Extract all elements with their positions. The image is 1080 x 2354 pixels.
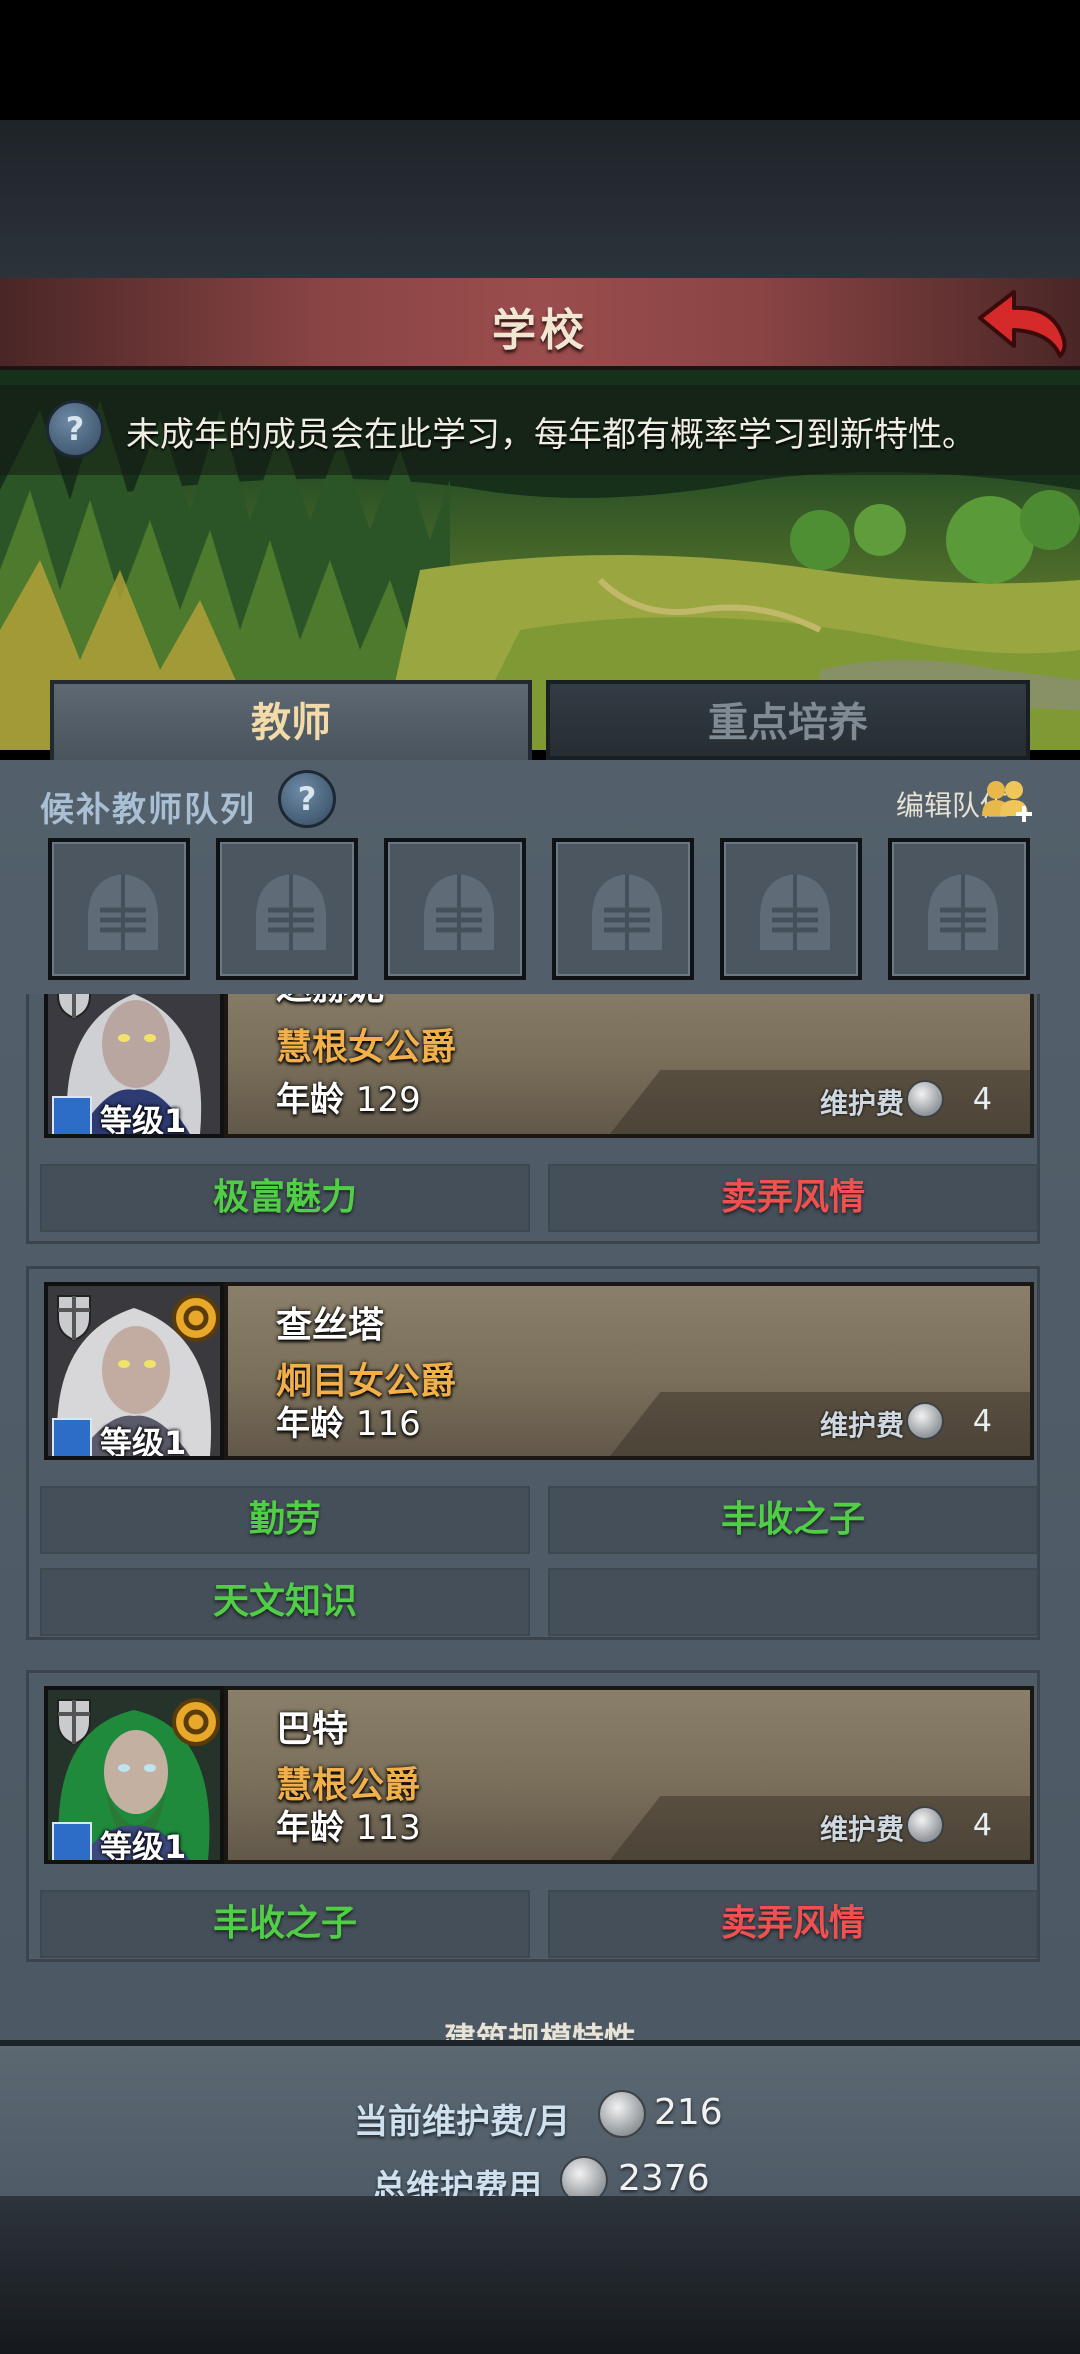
knight-helmet-icon	[928, 874, 998, 950]
queue-label: 候补教师队列	[40, 790, 256, 830]
member-level: 等级1	[100, 1102, 187, 1138]
trait-good[interactable]: 天文知识	[40, 1568, 530, 1636]
trait-bad[interactable]: 卖弄风情	[548, 1890, 1038, 1958]
teacher-slot[interactable]	[384, 838, 526, 980]
top-backdrop	[0, 120, 1080, 278]
trait-good[interactable]: 勤劳	[40, 1486, 530, 1554]
member-level: 等级1	[100, 1828, 187, 1864]
member-name: 达赫妮	[276, 994, 384, 1010]
rank-icon	[172, 1698, 220, 1746]
coin-icon	[906, 1806, 944, 1844]
member-card[interactable]: 等级1 达赫妮 慧根女公爵 年龄 129 维护费 4	[44, 994, 1034, 1138]
knight-helmet-icon	[424, 874, 494, 950]
member-level: 等级1	[100, 1424, 187, 1460]
upkeep-label: 维护费	[819, 1409, 904, 1442]
shield-icon	[57, 994, 91, 1020]
member-name: 查丝塔	[276, 1305, 385, 1346]
knight-helmet-icon	[256, 874, 326, 950]
member-card[interactable]: 等级1 巴特 慧根公爵 年龄 113 维护费 4	[44, 1686, 1034, 1864]
trait-good[interactable]: 极富魅力	[40, 1164, 530, 1232]
status-area	[0, 0, 1080, 120]
member-title: 慧根女公爵	[276, 1027, 457, 1068]
sword-icon	[52, 1096, 92, 1134]
rank-icon	[172, 1294, 220, 1342]
monthly-upkeep-label: 当前维护费/月	[354, 2102, 571, 2142]
page-title: 学校	[492, 305, 588, 356]
knight-helmet-icon	[592, 874, 662, 950]
tab-teachers[interactable]: 教师	[50, 680, 532, 760]
teacher-slot[interactable]	[888, 838, 1030, 980]
upkeep-label: 维护费	[819, 1813, 904, 1846]
teacher-slot[interactable]	[216, 838, 358, 980]
edit-team-icon[interactable]	[978, 776, 1034, 828]
queue-help-icon[interactable]: ?	[278, 770, 336, 828]
knight-helmet-icon	[88, 874, 158, 950]
member-age: 年龄 129	[276, 1080, 421, 1120]
trait-good[interactable]: 丰收之子	[40, 1890, 530, 1958]
trait-empty	[548, 1568, 1038, 1636]
teacher-slot[interactable]	[720, 838, 862, 980]
upkeep-value: 4	[972, 1404, 992, 1439]
member-portrait[interactable]: 等级1	[44, 1686, 224, 1864]
teacher-slot[interactable]	[48, 838, 190, 980]
tab-key-training[interactable]: 重点培养	[546, 680, 1030, 760]
trait-good[interactable]: 丰收之子	[548, 1486, 1038, 1554]
header-bar: 学校	[0, 278, 1080, 370]
upkeep-footer: 当前维护费/月 216 总维护费用 2376	[0, 2040, 1080, 2208]
sword-icon	[52, 1822, 92, 1860]
monthly-upkeep-value: 216	[654, 2092, 723, 2133]
shield-icon	[57, 1699, 91, 1746]
coin-icon	[906, 1080, 944, 1118]
member-portrait[interactable]: 等级1	[44, 994, 224, 1138]
coin-icon	[598, 2090, 646, 2138]
knight-helmet-icon	[760, 874, 830, 950]
member-name: 巴特	[276, 1709, 349, 1750]
upkeep-label: 维护费	[819, 1087, 904, 1120]
total-upkeep-value: 2376	[618, 2158, 710, 2199]
bottom-backdrop	[0, 2196, 1080, 2354]
teacher-list[interactable]: 等级1 达赫妮 慧根女公爵 年龄 129 维护费 4 极富魅力 卖弄风情	[0, 994, 1080, 2044]
member-age: 年龄 113	[276, 1808, 421, 1848]
member-age: 年龄 116	[276, 1404, 421, 1444]
trait-bad[interactable]: 卖弄风情	[548, 1164, 1038, 1232]
info-text: 未成年的成员会在此学习，每年都有概率学习到新特性。	[126, 415, 976, 455]
sword-icon	[52, 1418, 92, 1456]
back-arrow-icon[interactable]	[970, 284, 1070, 364]
upkeep-value: 4	[972, 1808, 992, 1843]
member-card[interactable]: 等级1 查丝塔 炯目女公爵 年龄 116 维护费 4	[44, 1282, 1034, 1460]
shield-icon	[57, 1295, 91, 1342]
help-icon[interactable]: ?	[46, 400, 104, 458]
member-portrait[interactable]: 等级1	[44, 1282, 224, 1460]
upkeep-value: 4	[972, 1082, 992, 1117]
teacher-slot[interactable]	[552, 838, 694, 980]
coin-icon	[906, 1402, 944, 1440]
